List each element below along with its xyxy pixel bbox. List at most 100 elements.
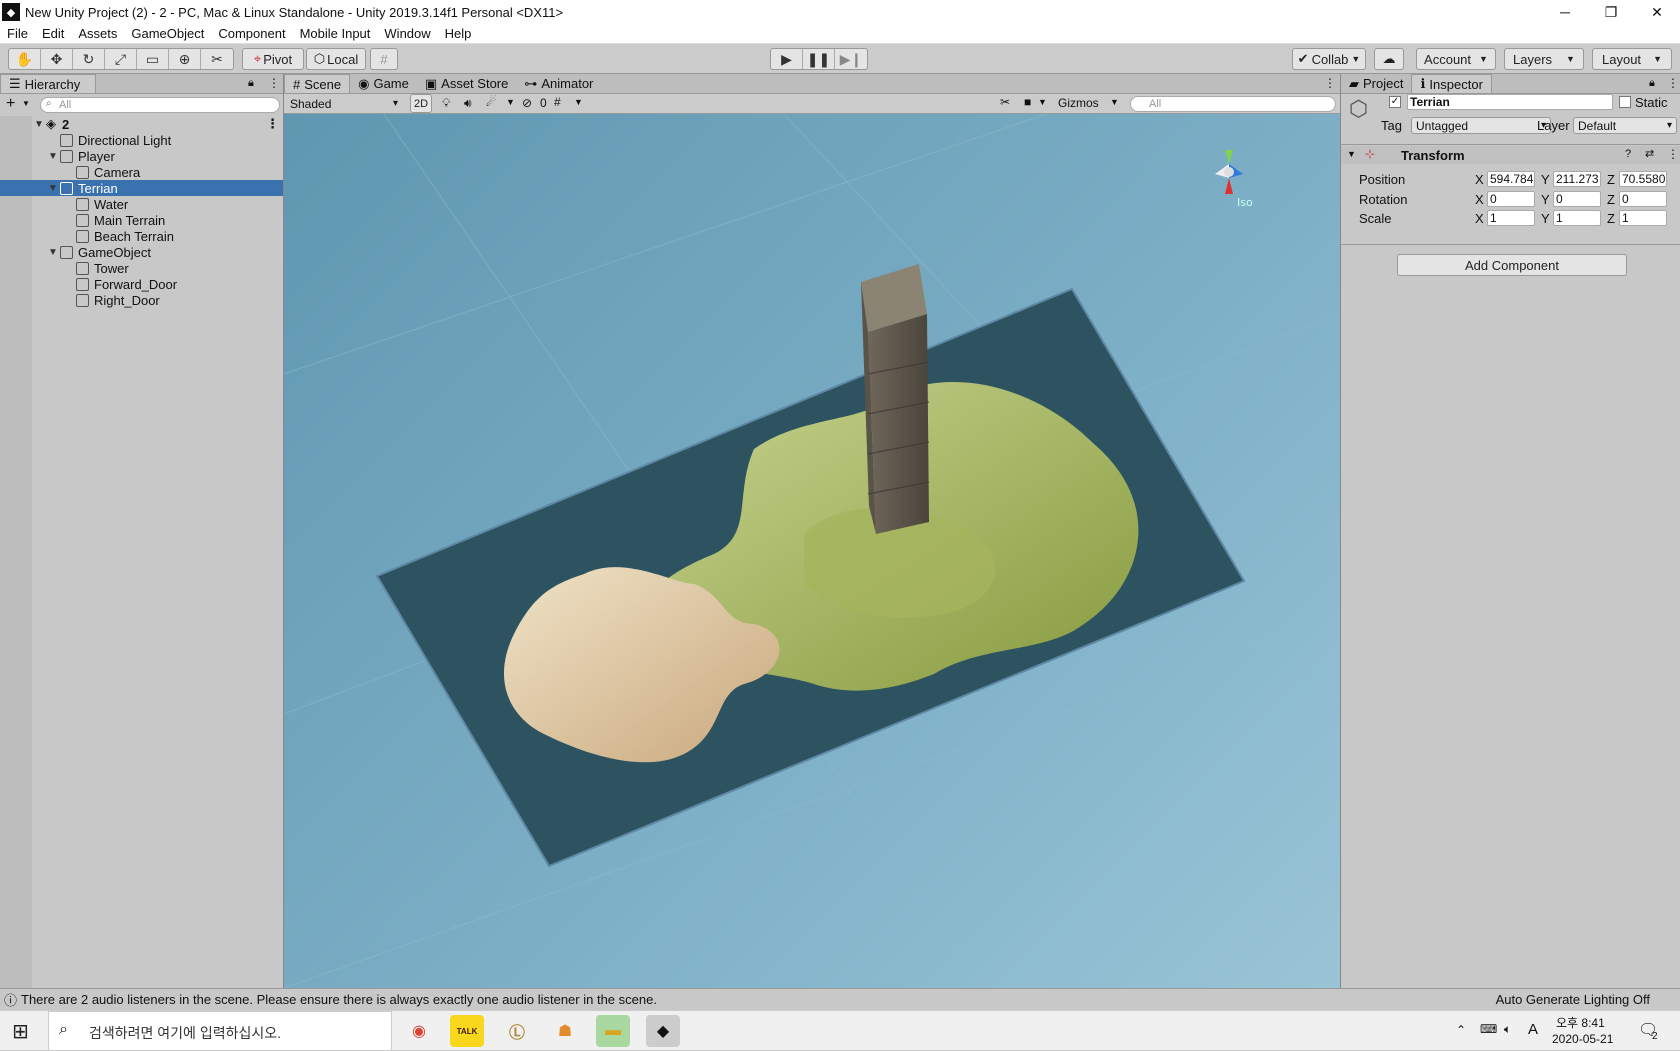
help-icon[interactable]: ? (1625, 148, 1631, 160)
grid-icon[interactable]: # (554, 95, 561, 109)
position-z-field[interactable]: 70.5580 (1619, 171, 1667, 187)
play-button-icon[interactable]: ▶ (771, 49, 803, 69)
shading-dropdown[interactable]: Shaded (286, 95, 402, 112)
mushroom-icon[interactable]: ☗ (548, 1015, 582, 1047)
taskbar-search[interactable]: ⌕ 검색하려면 여기에 입력하십시오. (48, 1011, 392, 1051)
tools-icon[interactable]: ✂ (1000, 95, 1010, 109)
visibility-icon[interactable]: ⊘ (522, 96, 532, 110)
kebab-menu-icon[interactable]: ⋮ (1667, 147, 1679, 161)
clock-time[interactable]: 오후 8:41 (1556, 1014, 1605, 1031)
custom-tool-icon[interactable]: ✂ (201, 49, 233, 69)
add-icon[interactable]: + (6, 95, 15, 113)
rotation-y-field[interactable]: 0 (1553, 191, 1601, 207)
expand-arrow-icon[interactable]: ▼ (1347, 149, 1356, 159)
kebab-menu-icon[interactable]: ⋮ (268, 76, 280, 90)
expand-arrow-icon[interactable]: ▼ (46, 151, 60, 162)
scale-z-field[interactable]: 1 (1619, 210, 1667, 226)
expand-arrow-icon[interactable]: ▼ (46, 247, 60, 258)
2d-toggle[interactable]: 2D (410, 94, 432, 113)
account-dropdown[interactable]: Account ▼ (1416, 48, 1496, 70)
scale-y-field[interactable]: 1 (1553, 210, 1601, 226)
tab-scene[interactable]: # Scene (284, 74, 351, 93)
collab-dropdown[interactable]: ✔ Collab ▼ (1292, 48, 1366, 70)
lighting-status[interactable]: Auto Generate Lighting Off (1496, 992, 1650, 1007)
kebab-menu-icon[interactable]: ⋮ (1667, 76, 1679, 90)
unity-taskbar-icon[interactable]: ◆ (646, 1015, 680, 1047)
chevron-down-icon[interactable]: ▼ (22, 99, 30, 108)
minimize-button[interactable]: ─ (1542, 0, 1588, 24)
position-y-field[interactable]: 211.273 (1553, 171, 1601, 187)
step-button-icon[interactable]: ▶❙ (835, 49, 867, 69)
menu-component[interactable]: Component (218, 26, 285, 41)
move-tool-icon[interactable]: ✥ (41, 49, 73, 69)
rect-tool-icon[interactable]: ▭ (137, 49, 169, 69)
taskbar-search-input[interactable]: 검색하려면 여기에 입력하십시오. (89, 1023, 281, 1043)
menu-edit[interactable]: Edit (42, 26, 64, 41)
chevron-down-icon[interactable]: ▼ (574, 97, 583, 107)
kebab-menu-icon[interactable]: ⋮ (1324, 76, 1336, 90)
network-icon[interactable]: ⌨ (1480, 1022, 1497, 1036)
grid-snap-button[interactable]: # (370, 48, 398, 70)
layer-dropdown[interactable]: Default (1573, 117, 1677, 134)
tab-game[interactable]: ◉ Game (350, 74, 417, 93)
kebab-menu-icon[interactable]: ⋮ (266, 116, 279, 132)
audio-toggle-icon[interactable]: 🔊︎ (464, 96, 472, 111)
tab-inspector[interactable]: ℹ Inspector (1411, 74, 1492, 93)
tab-animator[interactable]: ⊶ Animator (516, 74, 601, 93)
clock-date[interactable]: 2020-05-21 (1552, 1032, 1613, 1046)
lock-icon[interactable]: 🔒︎ (1649, 77, 1655, 90)
local-toggle[interactable]: ⬡ Local (306, 48, 366, 70)
cloud-button[interactable]: ☁ (1374, 48, 1404, 70)
hierarchy-item[interactable]: Camera (0, 164, 283, 180)
hierarchy-item[interactable]: ▼ Terrian (0, 180, 283, 196)
hierarchy-item[interactable]: Right_Door (0, 292, 283, 308)
camera-icon[interactable]: ■ (1024, 95, 1031, 109)
scene-root-row[interactable]: ▼ ◈ 2 ⋮ (0, 116, 283, 132)
volume-icon[interactable]: 🔈︎ (1504, 1022, 1511, 1037)
transform-tool-icon[interactable]: ⊕ (169, 49, 201, 69)
static-checkbox[interactable] (1619, 96, 1631, 108)
menu-mobile-input[interactable]: Mobile Input (300, 26, 371, 41)
status-message[interactable]: There are 2 audio listeners in the scene… (21, 992, 657, 1007)
chevron-down-icon[interactable]: ▼ (1110, 97, 1119, 107)
scale-x-field[interactable]: 1 (1487, 210, 1535, 226)
layers-dropdown[interactable]: Layers ▼ (1504, 48, 1584, 70)
preset-icon[interactable]: ⇄ (1645, 147, 1654, 160)
hierarchy-item[interactable]: Tower (0, 260, 283, 276)
lighting-toggle-icon[interactable]: 💡︎ (442, 96, 450, 111)
tab-hierarchy[interactable]: ☰ Hierarchy (0, 74, 96, 93)
chevron-up-icon[interactable]: ⌃ (1456, 1023, 1466, 1037)
hierarchy-item[interactable]: Water (0, 196, 283, 212)
chevron-down-icon[interactable]: ▼ (1038, 97, 1047, 107)
restore-button[interactable]: ❐ (1588, 0, 1634, 24)
tag-dropdown[interactable]: Untagged (1411, 117, 1551, 134)
layout-dropdown[interactable]: Layout ▼ (1592, 48, 1672, 70)
transform-header[interactable]: ▼ ⊹ Transform ? ⇄ ⋮ (1341, 146, 1680, 164)
rotate-tool-icon[interactable]: ↻ (73, 49, 105, 69)
menu-window[interactable]: Window (384, 26, 430, 41)
expand-arrow-icon[interactable]: ▼ (32, 119, 46, 130)
chrome-icon[interactable]: ◉ (402, 1015, 436, 1047)
windows-start-icon[interactable]: ⊞ (12, 1019, 29, 1044)
add-component-button[interactable]: Add Component (1397, 254, 1627, 276)
tab-project[interactable]: ▰ Project (1341, 74, 1411, 93)
menu-gameobject[interactable]: GameObject (131, 26, 204, 41)
scene-viewport[interactable]: Iso (284, 114, 1340, 988)
object-name-field[interactable]: Terrian (1407, 94, 1613, 110)
rotation-x-field[interactable]: 0 (1487, 191, 1535, 207)
active-checkbox[interactable]: ✓ (1389, 96, 1401, 108)
hierarchy-item[interactable]: Forward_Door (0, 276, 283, 292)
menu-assets[interactable]: Assets (78, 26, 117, 41)
effects-toggle-icon[interactable]: ☄ (486, 95, 497, 109)
pivot-toggle[interactable]: ⌖ Pivot (242, 48, 304, 70)
hierarchy-item[interactable]: Main Terrain (0, 212, 283, 228)
rotation-z-field[interactable]: 0 (1619, 191, 1667, 207)
kakaotalk-icon[interactable]: TALK (450, 1015, 484, 1047)
file-explorer-icon[interactable]: ▬ (596, 1015, 630, 1047)
menu-help[interactable]: Help (445, 26, 472, 41)
chevron-down-icon[interactable]: ▼ (506, 97, 515, 107)
close-button[interactable]: ✕ (1634, 0, 1680, 24)
league-icon[interactable]: Ⓛ (500, 1015, 534, 1047)
menu-file[interactable]: File (7, 26, 28, 41)
expand-arrow-icon[interactable]: ▼ (46, 183, 60, 194)
